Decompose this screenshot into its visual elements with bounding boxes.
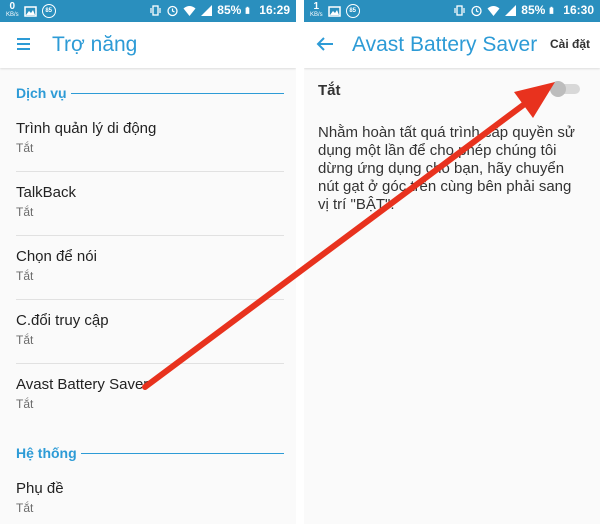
item-status: Tắt	[16, 141, 34, 155]
network-speed-unit: KB/s	[310, 12, 323, 18]
item-title: Chọn để nói	[16, 248, 97, 265]
item-title: TalkBack	[16, 184, 77, 201]
signal-icon	[505, 4, 517, 16]
avast-battery-saver-screen: 1 KB/s 85 85% 16:30 Avast Battery Saver …	[304, 0, 600, 524]
network-speed: 1 KB/s	[310, 1, 323, 19]
network-speed: 0 KB/s	[6, 1, 19, 19]
settings-button[interactable]: Cài đặt	[550, 37, 590, 51]
back-arrow-icon[interactable]	[316, 36, 334, 52]
image-icon	[327, 5, 341, 17]
battery-percent: 85%	[217, 3, 242, 17]
clock: 16:29	[259, 3, 290, 17]
app-bar: Avast Battery Saver Cài đặt	[304, 22, 600, 68]
section-header-services: Dịch vụ	[0, 68, 296, 108]
item-title: Avast Battery Saver	[16, 376, 149, 393]
list-item-switch-access[interactable]: C.đổi truy cập Tắt	[0, 300, 296, 364]
list-item-mobile-manager[interactable]: Trình quản lý di động Tắt	[0, 108, 296, 172]
vibrate-icon	[150, 4, 161, 16]
badge-icon: 85	[345, 4, 360, 18]
item-status: Tắt	[16, 205, 34, 219]
page-title: Avast Battery Saver	[352, 33, 538, 56]
permission-description: Nhằm hoàn tất quá trình cấp quyền sử dụn…	[318, 124, 575, 213]
list-item-captions[interactable]: Phụ đề Tắt	[0, 468, 296, 524]
service-toggle-row[interactable]: Tắt	[304, 68, 600, 112]
section-title: Hệ thống	[16, 445, 81, 461]
signal-icon	[201, 4, 213, 16]
alarm-icon	[471, 5, 482, 16]
badge-icon: 85	[41, 4, 56, 18]
item-status: Tắt	[16, 269, 34, 283]
battery-icon	[549, 6, 554, 14]
section-title: Dịch vụ	[16, 85, 71, 101]
status-bar: 0 KB/s 85 85% 16:29	[0, 0, 296, 22]
status-bar: 1 KB/s 85 85% 16:30	[304, 0, 600, 22]
wifi-icon	[487, 5, 500, 16]
list-item-select-to-speak[interactable]: Chọn để nói Tắt	[0, 236, 296, 300]
toggle-label: Tắt	[318, 82, 341, 99]
item-status: Tắt	[16, 397, 34, 411]
app-bar: Trợ năng	[0, 22, 296, 68]
section-header-system: Hệ thống	[0, 428, 296, 468]
network-speed-value: 0	[9, 1, 16, 12]
list-item-talkback[interactable]: TalkBack Tắt	[0, 172, 296, 236]
wifi-icon	[183, 5, 196, 16]
battery-percent: 85%	[521, 3, 546, 17]
battery-icon	[245, 6, 250, 14]
clock: 16:30	[563, 3, 594, 17]
item-status: Tắt	[16, 333, 34, 347]
image-icon	[23, 5, 37, 17]
page-title: Trợ năng	[52, 33, 138, 56]
service-toggle-switch[interactable]	[550, 81, 580, 97]
toggle-thumb	[550, 81, 566, 97]
hamburger-menu-icon[interactable]	[16, 36, 32, 52]
item-title: C.đổi truy cập	[16, 312, 109, 329]
item-title: Trình quản lý di động	[16, 120, 157, 137]
item-title: Phụ đề	[16, 480, 64, 497]
network-speed-value: 1	[313, 1, 320, 12]
accessibility-screen: 0 KB/s 85 85% 16:29 Trợ năng Dịch vụ Trì…	[0, 0, 296, 524]
list-item-avast-battery-saver[interactable]: Avast Battery Saver Tắt	[0, 364, 296, 428]
vibrate-icon	[454, 4, 465, 16]
alarm-icon	[167, 5, 178, 16]
item-status: Tắt	[16, 501, 34, 515]
network-speed-unit: KB/s	[6, 12, 19, 18]
